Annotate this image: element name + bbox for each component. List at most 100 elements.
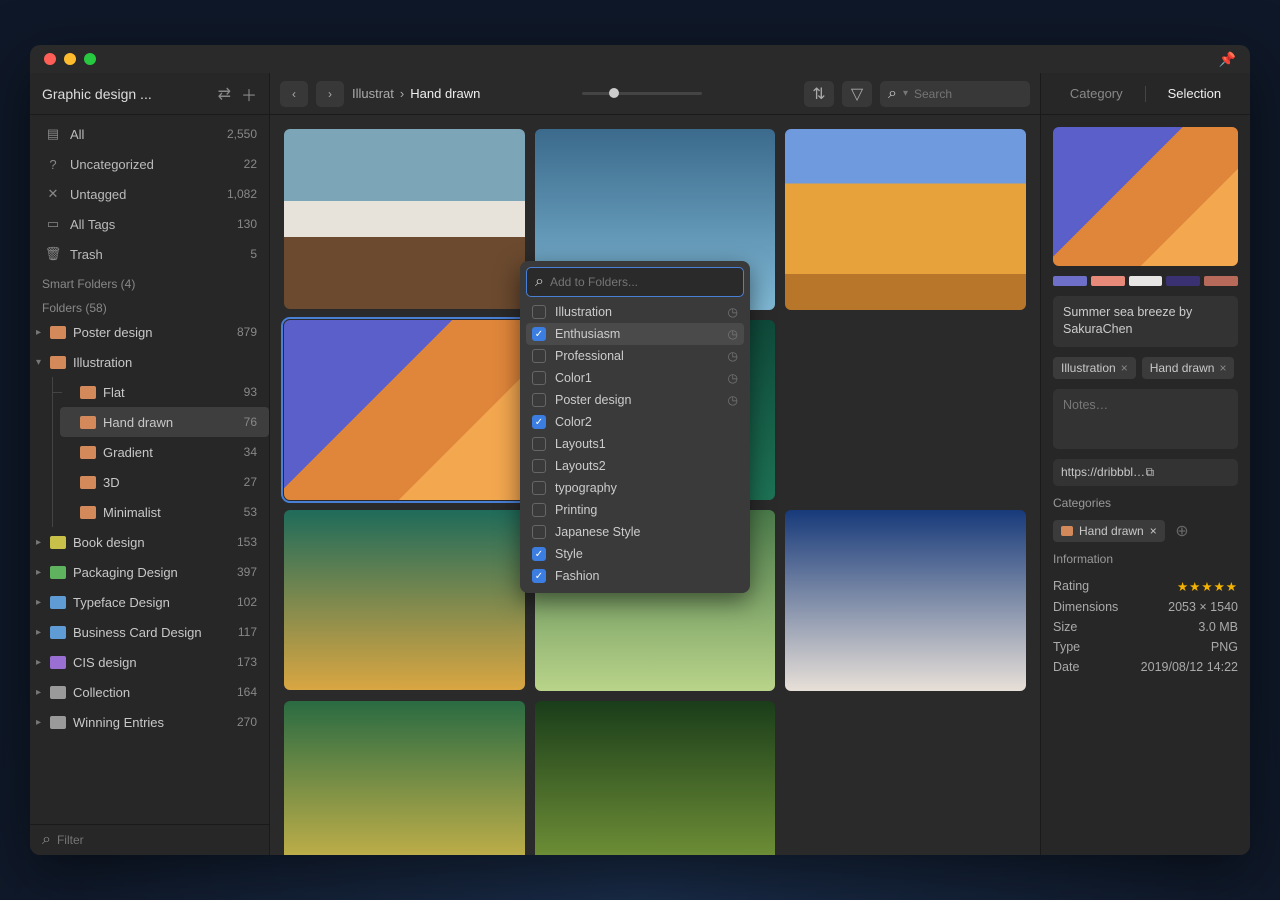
thumbnail[interactable]	[535, 701, 776, 856]
swap-icon[interactable]: ⇄	[218, 84, 231, 104]
popup-folder-item[interactable]: ✓ Enthusiasm ◷	[526, 323, 744, 345]
url-field[interactable]: https://dribbble.com/sa ⧉	[1053, 459, 1238, 486]
disclosure-icon[interactable]: ▸	[36, 687, 50, 698]
nav-forward-button[interactable]: ›	[316, 81, 344, 107]
folder-row[interactable]: ▸ Collection 164	[30, 677, 269, 707]
folder-row[interactable]: ▾ Illustration	[30, 347, 269, 377]
folder-row[interactable]: Flat 93	[60, 377, 269, 407]
search-field[interactable]: ⌕▾	[880, 81, 1030, 107]
sidebar-item[interactable]: ▭ All Tags 130	[30, 209, 269, 239]
sidebar-filter[interactable]: ⌕	[30, 824, 269, 855]
pin-icon[interactable]: 📌	[1219, 51, 1236, 68]
disclosure-icon[interactable]: ▸	[36, 627, 50, 638]
color-swatch[interactable]	[1204, 276, 1238, 286]
checkbox[interactable]: ✓	[532, 415, 546, 429]
thumbnail[interactable]	[284, 701, 525, 856]
thumbnail[interactable]	[284, 510, 525, 690]
folder-row[interactable]: ▸ CIS design 173	[30, 647, 269, 677]
folder-row[interactable]: Minimalist 53	[60, 497, 269, 527]
checkbox[interactable]	[532, 437, 546, 451]
thumbnail[interactable]	[785, 510, 1026, 691]
disclosure-icon[interactable]: ▸	[36, 327, 50, 338]
popup-folder-item[interactable]: Japanese Style	[526, 521, 744, 543]
folder-row[interactable]: ▸ Business Card Design 117	[30, 617, 269, 647]
folder-row[interactable]: ▸ Book design 153	[30, 527, 269, 557]
popup-folder-item[interactable]: ✓ Fashion	[526, 565, 744, 587]
checkbox[interactable]	[532, 393, 546, 407]
disclosure-icon[interactable]: ▾	[36, 357, 50, 368]
folder-row[interactable]: 3D 27	[60, 467, 269, 497]
checkbox[interactable]: ✓	[532, 569, 546, 583]
disclosure-icon[interactable]: ▸	[36, 657, 50, 668]
popup-folder-item[interactable]: ✓ Color2	[526, 411, 744, 433]
sidebar-item[interactable]: 🗑 Trash 5	[30, 239, 269, 269]
sidebar-item[interactable]: ✕ Untagged 1,082	[30, 179, 269, 209]
popup-search[interactable]: ⌕	[526, 267, 744, 297]
popup-folder-item[interactable]: typography	[526, 477, 744, 499]
thumbnail[interactable]	[785, 129, 1026, 310]
notes-field[interactable]: Notes…	[1053, 389, 1238, 449]
breadcrumb[interactable]: Illustrat › Hand drawn	[352, 86, 480, 101]
category-pill[interactable]: Hand drawn ×	[1053, 520, 1165, 542]
disclosure-icon[interactable]: ▸	[36, 567, 50, 578]
checkbox[interactable]	[532, 305, 546, 319]
checkbox[interactable]	[532, 459, 546, 473]
popup-folder-item[interactable]: Printing	[526, 499, 744, 521]
folder-row[interactable]: Hand drawn 76	[60, 407, 269, 437]
minimize-icon[interactable]	[64, 53, 76, 65]
color-swatch[interactable]	[1129, 276, 1163, 286]
preview-image[interactable]	[1053, 127, 1238, 266]
disclosure-icon[interactable]: ▸	[36, 537, 50, 548]
remove-tag-icon[interactable]: ×	[1121, 361, 1128, 375]
crumb-current[interactable]: Hand drawn	[410, 86, 480, 101]
title-field[interactable]: Summer sea breeze by SakuraChen	[1053, 296, 1238, 347]
popup-folder-item[interactable]: Illustration ◷	[526, 301, 744, 323]
folder-row[interactable]: ▸ Winning Entries 270	[30, 707, 269, 737]
popup-folder-item[interactable]: Layouts1	[526, 433, 744, 455]
add-icon[interactable]: ＋	[241, 82, 257, 106]
maximize-icon[interactable]	[84, 53, 96, 65]
thumbnail-selected[interactable]	[284, 320, 525, 500]
popup-folder-item[interactable]: Professional ◷	[526, 345, 744, 367]
color-swatch[interactable]	[1053, 276, 1087, 286]
color-swatch[interactable]	[1091, 276, 1125, 286]
tab-selection[interactable]: Selection	[1168, 86, 1221, 101]
folder-row[interactable]: ▸ Packaging Design 397	[30, 557, 269, 587]
checkbox[interactable]	[532, 371, 546, 385]
zoom-slider[interactable]	[582, 92, 702, 95]
checkbox[interactable]: ✓	[532, 547, 546, 561]
tab-category[interactable]: Category	[1070, 86, 1123, 101]
crumb-parent[interactable]: Illustrat	[352, 86, 394, 101]
sidebar-item[interactable]: ? Uncategorized 22	[30, 149, 269, 179]
remove-category-icon[interactable]: ×	[1150, 524, 1157, 538]
sidebar-item[interactable]: ▤ All 2,550	[30, 119, 269, 149]
folder-row[interactable]: ▸ Poster design 879	[30, 317, 269, 347]
close-icon[interactable]	[44, 53, 56, 65]
folder-row[interactable]: ▸ Typeface Design 102	[30, 587, 269, 617]
checkbox[interactable]	[532, 481, 546, 495]
popup-folder-item[interactable]: Poster design ◷	[526, 389, 744, 411]
disclosure-icon[interactable]: ▸	[36, 597, 50, 608]
popup-search-input[interactable]	[550, 275, 735, 289]
sort-button[interactable]: ⇅	[804, 81, 834, 107]
checkbox[interactable]: ✓	[532, 327, 546, 341]
filter-button[interactable]: ▽	[842, 81, 872, 107]
color-swatch[interactable]	[1166, 276, 1200, 286]
popup-folder-item[interactable]: ✓ Style	[526, 543, 744, 565]
checkbox[interactable]	[532, 349, 546, 363]
nav-back-button[interactable]: ‹	[280, 81, 308, 107]
checkbox[interactable]	[532, 525, 546, 539]
filter-input[interactable]	[57, 833, 257, 847]
popup-folder-item[interactable]: Layouts2	[526, 455, 744, 477]
checkbox[interactable]	[532, 503, 546, 517]
tag-pill[interactable]: Illustration×	[1053, 357, 1136, 379]
popup-folder-item[interactable]: Color1 ◷	[526, 367, 744, 389]
tag-pill[interactable]: Hand drawn×	[1142, 357, 1235, 379]
library-title[interactable]: Graphic design ...	[42, 86, 208, 102]
disclosure-icon[interactable]: ▸	[36, 717, 50, 728]
open-link-icon[interactable]: ⧉	[1146, 465, 1231, 480]
remove-tag-icon[interactable]: ×	[1219, 361, 1226, 375]
add-category-icon[interactable]: ⊕	[1175, 523, 1188, 540]
thumbnail[interactable]	[284, 129, 525, 309]
folder-row[interactable]: Gradient 34	[60, 437, 269, 467]
